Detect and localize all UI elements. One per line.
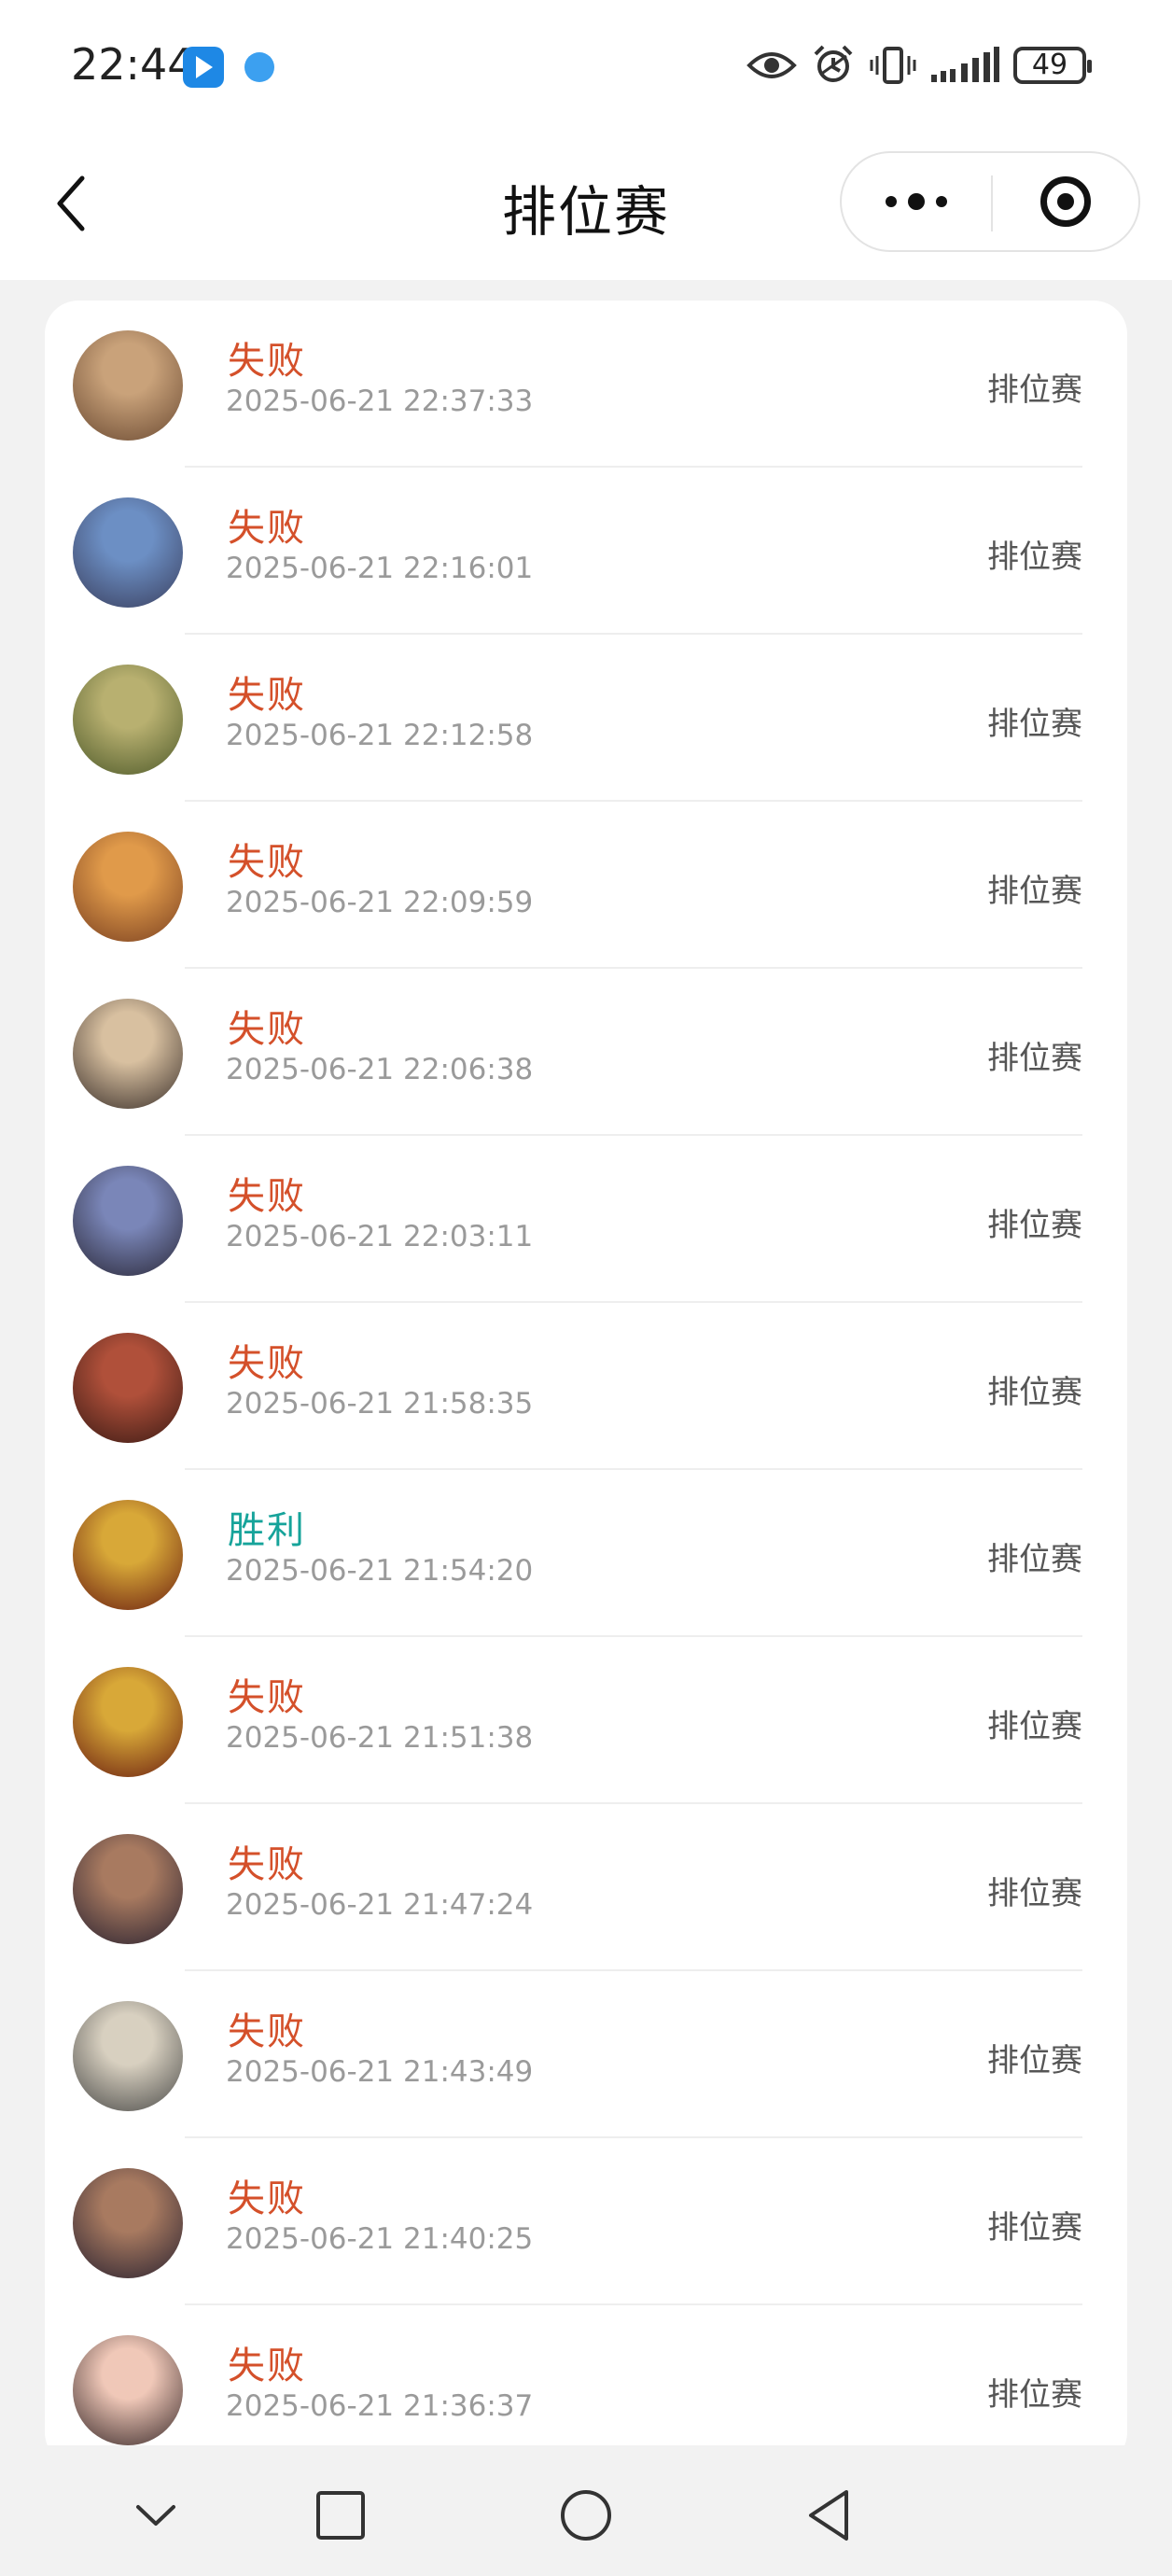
system-nav-bar	[0, 2445, 1172, 2576]
match-time: 2025-06-21 22:12:58	[226, 719, 534, 752]
hero-avatar	[73, 1333, 183, 1443]
match-time: 2025-06-21 21:54:20	[226, 1554, 534, 1588]
mini-program-capsule	[840, 151, 1140, 252]
triangle-back-icon	[809, 2490, 848, 2541]
square-icon	[316, 2491, 365, 2540]
match-record-item[interactable]: 失败 2025-06-21 22:37:33 排位赛	[45, 301, 1127, 468]
match-result: 失败	[228, 2345, 306, 2387]
nav-recents-button[interactable]	[308, 2483, 373, 2548]
match-time: 2025-06-21 22:09:59	[226, 886, 534, 919]
page: 22:44 49 排位赛 失败 2025-06-21 22:37:33 排位赛 …	[0, 0, 1172, 2576]
chevron-down-icon	[136, 2505, 175, 2526]
match-mode: 排位赛	[987, 2042, 1082, 2079]
match-time: 2025-06-21 21:40:25	[226, 2222, 534, 2256]
hero-avatar	[73, 1667, 183, 1777]
globe-app-icon	[244, 52, 274, 82]
match-record-item[interactable]: 失败 2025-06-21 22:16:01 排位赛	[45, 468, 1127, 635]
battery-level: 49	[1031, 49, 1068, 81]
match-result: 失败	[228, 1342, 306, 1385]
nav-home-button[interactable]	[553, 2483, 619, 2548]
hero-avatar	[73, 999, 183, 1109]
match-record-item[interactable]: 胜利 2025-06-21 21:54:20 排位赛	[45, 1470, 1127, 1637]
match-time: 2025-06-21 21:51:38	[226, 1721, 534, 1755]
match-result: 失败	[228, 2177, 306, 2220]
status-time: 22:44	[71, 39, 195, 90]
eye-icon	[746, 52, 797, 78]
match-record-item[interactable]: 失败 2025-06-21 22:06:38 排位赛	[45, 969, 1127, 1136]
match-result: 失败	[228, 674, 306, 717]
hero-avatar	[73, 497, 183, 608]
header: 排位赛	[0, 131, 1172, 280]
hero-avatar	[73, 832, 183, 942]
hero-avatar	[73, 2001, 183, 2111]
match-mode: 排位赛	[987, 539, 1082, 576]
vibrate-icon	[870, 47, 916, 84]
match-mode: 排位赛	[987, 2376, 1082, 2414]
match-record-item[interactable]: 失败 2025-06-21 21:36:37 排位赛	[45, 2305, 1127, 2466]
match-time: 2025-06-21 21:58:35	[226, 1387, 534, 1421]
more-button[interactable]	[842, 153, 991, 250]
match-time: 2025-06-21 22:37:33	[226, 385, 534, 418]
match-time: 2025-06-21 21:47:24	[226, 1888, 534, 1922]
match-mode: 排位赛	[987, 2209, 1082, 2247]
match-mode: 排位赛	[987, 706, 1082, 743]
hero-avatar	[73, 1834, 183, 1944]
match-mode: 排位赛	[987, 873, 1082, 910]
match-record-item[interactable]: 失败 2025-06-21 22:03:11 排位赛	[45, 1136, 1127, 1303]
match-result: 失败	[228, 1008, 306, 1051]
match-result: 失败	[228, 340, 306, 383]
match-result: 失败	[228, 1175, 306, 1218]
hero-avatar	[73, 330, 183, 441]
match-mode: 排位赛	[987, 1207, 1082, 1244]
match-result: 失败	[228, 841, 306, 884]
nav-back-button[interactable]	[796, 2483, 861, 2548]
nav-collapse-button[interactable]	[123, 2483, 188, 2548]
close-button[interactable]	[993, 153, 1138, 250]
match-result: 失败	[228, 507, 306, 550]
hero-avatar	[73, 2335, 183, 2445]
match-mode: 排位赛	[987, 1374, 1082, 1411]
match-time: 2025-06-21 22:03:11	[226, 1220, 534, 1253]
match-record-item[interactable]: 失败 2025-06-21 22:09:59 排位赛	[45, 802, 1127, 969]
battery-icon: 49	[1013, 47, 1092, 84]
target-icon	[1040, 176, 1091, 227]
circle-icon	[561, 2490, 611, 2541]
match-result: 失败	[228, 2010, 306, 2053]
more-dot-icon	[886, 196, 897, 207]
match-record-item[interactable]: 失败 2025-06-21 21:43:49 排位赛	[45, 1971, 1127, 2138]
match-result: 失败	[228, 1843, 306, 1886]
match-mode: 排位赛	[987, 371, 1082, 409]
match-mode: 排位赛	[987, 1040, 1082, 1077]
match-time: 2025-06-21 22:06:38	[226, 1053, 534, 1086]
match-result: 失败	[228, 1676, 306, 1719]
blue-app-icon	[183, 47, 224, 88]
signal-icon	[931, 47, 999, 82]
alarm-icon	[814, 45, 853, 82]
match-time: 2025-06-21 21:36:37	[226, 2389, 534, 2423]
match-record-item[interactable]: 失败 2025-06-21 22:12:58 排位赛	[45, 635, 1127, 802]
match-time: 2025-06-21 22:16:01	[226, 552, 534, 585]
more-dot-icon	[908, 193, 925, 210]
more-dot-icon	[936, 196, 947, 207]
match-record-item[interactable]: 失败 2025-06-21 21:40:25 排位赛	[45, 2138, 1127, 2305]
hero-avatar	[73, 665, 183, 775]
match-result: 胜利	[228, 1509, 306, 1552]
match-record-item[interactable]: 失败 2025-06-21 21:51:38 排位赛	[45, 1637, 1127, 1804]
hero-avatar	[73, 2168, 183, 2278]
match-record-item[interactable]: 失败 2025-06-21 21:47:24 排位赛	[45, 1804, 1127, 1971]
match-mode: 排位赛	[987, 1541, 1082, 1578]
match-time: 2025-06-21 21:43:49	[226, 2055, 534, 2089]
match-record-list: 失败 2025-06-21 22:37:33 排位赛 失败 2025-06-21 22:…	[45, 301, 1127, 2466]
match-mode: 排位赛	[987, 1875, 1082, 1912]
hero-avatar	[73, 1166, 183, 1276]
status-bar: 22:44 49	[0, 0, 1172, 131]
match-record-item[interactable]: 失败 2025-06-21 21:58:35 排位赛	[45, 1303, 1127, 1470]
hero-avatar	[73, 1500, 183, 1610]
match-mode: 排位赛	[987, 1708, 1082, 1745]
